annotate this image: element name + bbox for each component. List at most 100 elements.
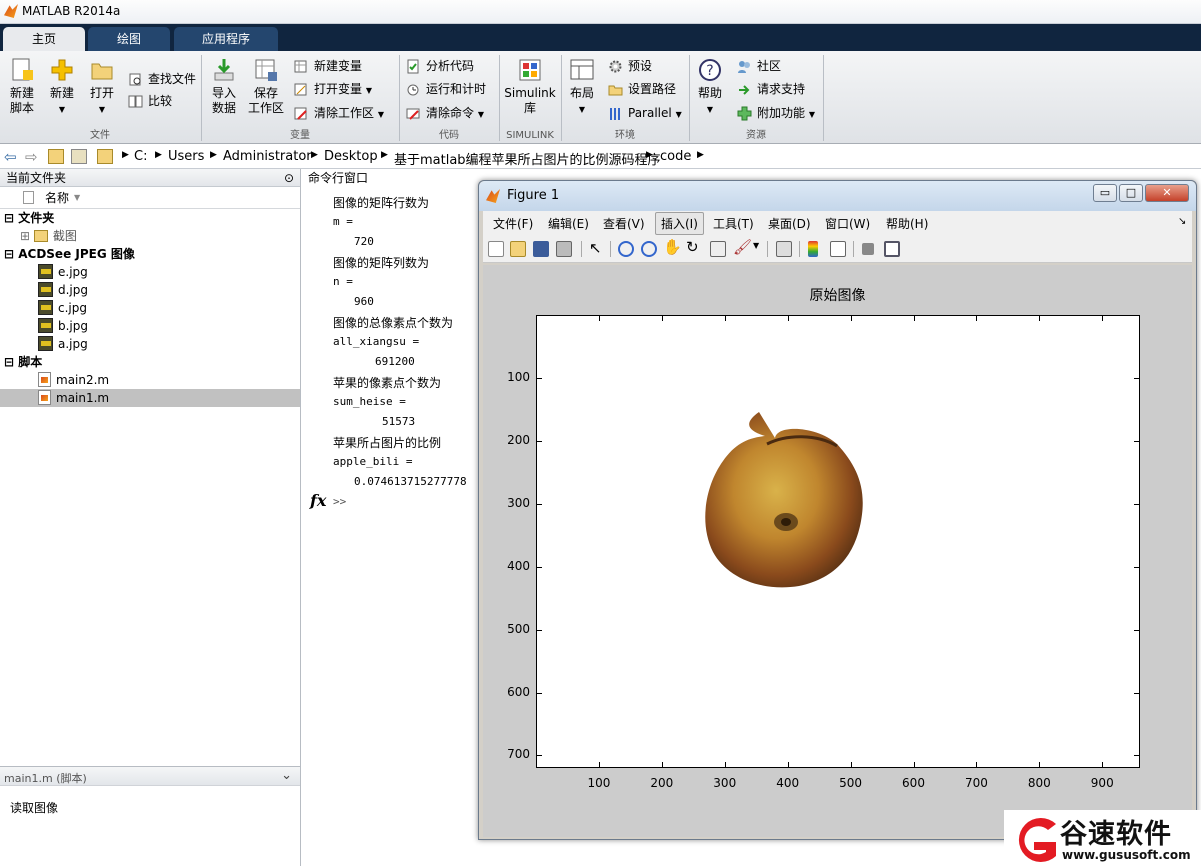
expand-icon[interactable]: ⊞ [20,229,34,243]
tab-plots[interactable]: 绘图 [88,27,170,51]
request-support-button[interactable]: 请求支持 [737,79,805,99]
breadcrumb-desktop[interactable]: Desktop [324,149,378,164]
fx-function-icon[interactable]: fx [310,491,326,510]
back-arrow-icon[interactable]: ⇦ [4,148,17,166]
up-folder-icon[interactable] [48,149,64,164]
clear-commands-button[interactable]: 清除命令 ▼ [406,103,484,123]
menu-window[interactable]: 窗口(W) [825,215,870,232]
group-divider [823,55,824,141]
list-item[interactable]: e.jpg [0,263,300,281]
community-button[interactable]: 社区 [737,56,781,76]
import-data-button[interactable]: 导入 数据 [208,57,240,116]
help-button[interactable]: ? 帮助 ▼ [694,57,726,117]
new-variable-icon [294,60,307,73]
clear-workspace-button[interactable]: 清除工作区 ▼ [294,103,384,123]
analyze-code-button[interactable]: 分析代码 [406,56,474,76]
close-button[interactable]: ✕ [1145,184,1189,202]
collapse-icon[interactable]: ⊟ [4,355,18,369]
zoom-out-icon[interactable] [641,241,657,257]
compare-button[interactable]: 比较 [128,91,172,111]
menu-insert[interactable]: 插入(I) [655,212,704,235]
save-icon[interactable] [533,241,549,257]
list-item[interactable]: main2.m [0,371,300,389]
list-item-selected[interactable]: main1.m [0,389,300,407]
breadcrumb-separator-icon: ▶ [381,150,388,160]
browse-folder-icon[interactable] [71,149,87,164]
list-item[interactable]: d.jpg [0,281,300,299]
forward-arrow-icon[interactable]: ⇨ [25,148,38,166]
list-item[interactable]: a.jpg [0,335,300,353]
hide-plot-tools-icon[interactable] [862,243,874,255]
dock-arrow-icon[interactable]: ↘ [1178,216,1186,227]
open-variable-button[interactable]: 打开变量 ▼ [294,79,372,99]
open-file-icon[interactable] [510,241,526,257]
zoom-in-icon[interactable] [618,241,634,257]
minimize-button[interactable]: ▭ [1093,184,1117,202]
command-window-title: 命令行窗口 [302,169,492,187]
chevron-down-icon[interactable]: ⌄ [281,768,292,783]
pan-hand-icon[interactable]: ✋ [663,238,682,256]
group-jpeg-images[interactable]: ⊟ ACDSee JPEG 图像 [0,245,300,263]
new-button[interactable]: 新建 ▼ [46,57,78,117]
group-label-code: 代码 [439,130,459,141]
layout-button[interactable]: 布局 ▼ [566,57,598,117]
image-plot [705,412,863,588]
save-workspace-button[interactable]: 保存 工作区 [246,57,286,116]
maximize-button[interactable]: □ [1119,184,1143,202]
open-button[interactable]: 打开 ▼ [86,57,118,117]
command-prompt[interactable]: >> [333,495,346,508]
details-header[interactable]: main1.m (脚本) ⌄ [0,766,300,786]
panel-menu-icon[interactable]: ⊙ [284,169,294,187]
menu-view[interactable]: 查看(V) [603,215,645,232]
link-plot-icon[interactable] [776,241,792,257]
breadcrumb-code[interactable]: code [660,149,691,164]
column-header-name[interactable]: 名称 ▼ [0,187,300,209]
group-folders[interactable]: ⊟ 文件夹 [0,209,300,227]
menu-help[interactable]: 帮助(H) [886,215,928,232]
run-and-time-button[interactable]: 运行和计时 [406,79,486,99]
collapse-icon[interactable]: ⊟ [4,211,18,225]
simulink-library-button[interactable]: Simulink 库 [504,57,556,116]
menu-tools[interactable]: 工具(T) [713,215,754,232]
y-tick-label: 500 [507,621,530,636]
menu-file[interactable]: 文件(F) [493,215,533,232]
y-tick-label: 700 [507,747,530,762]
rotate-3d-icon[interactable]: ↻ [686,238,699,256]
menu-desktop[interactable]: 桌面(D) [768,215,811,232]
preferences-button[interactable]: 预设 [608,56,652,76]
new-script-button[interactable]: 新建 脚本 [6,57,38,116]
figure-title-bar[interactable]: Figure 1 ▭ □ ✕ [479,181,1196,211]
chevron-down-icon[interactable]: ▼ [753,241,759,250]
set-path-button[interactable]: 设置路径 [608,79,676,99]
breadcrumb-administrator[interactable]: Administrator [223,149,312,164]
breadcrumb-drive[interactable]: C: [134,149,147,164]
tab-home[interactable]: 主页 [3,27,85,51]
collapse-icon[interactable]: ⊟ [4,247,18,261]
new-figure-icon[interactable] [488,241,504,257]
data-cursor-icon[interactable] [710,241,726,257]
new-script-icon [12,58,33,81]
list-item[interactable]: b.jpg [0,317,300,335]
parallel-button[interactable]: Parallel ▼ [608,103,682,123]
brush-icon[interactable]: 🖌 [733,238,752,256]
tab-apps[interactable]: 应用程序 [174,27,278,51]
list-item[interactable]: ⊞ 截图 [0,227,300,245]
command-window[interactable]: 命令行窗口 图像的矩阵行数为 m = 720 图像的矩阵列数为 n = 960 … [302,169,492,866]
pointer-icon[interactable]: ↖ [589,239,602,257]
menu-edit[interactable]: 编辑(E) [548,215,589,232]
new-variable-button[interactable]: 新建变量 [294,56,362,76]
group-scripts[interactable]: ⊟ 脚本 [0,353,300,371]
breadcrumb-project-folder[interactable]: 基于matlab编程苹果所占图片的比例源码程序 [394,149,661,168]
x-tick-label: 100 [587,776,611,790]
x-tick-mark-top [850,315,852,321]
show-plot-tools-icon[interactable] [884,241,900,257]
print-icon[interactable] [556,241,572,257]
colorbar-icon[interactable] [808,241,818,257]
breadcrumb-users[interactable]: Users [168,149,204,164]
y-tick-label: 600 [507,684,530,699]
list-item[interactable]: c.jpg [0,299,300,317]
find-files-button[interactable]: 查找文件 [128,69,196,89]
addons-button[interactable]: 附加功能 ▼ [737,103,815,123]
legend-icon[interactable] [830,241,846,257]
image-axes[interactable] [536,315,1140,768]
